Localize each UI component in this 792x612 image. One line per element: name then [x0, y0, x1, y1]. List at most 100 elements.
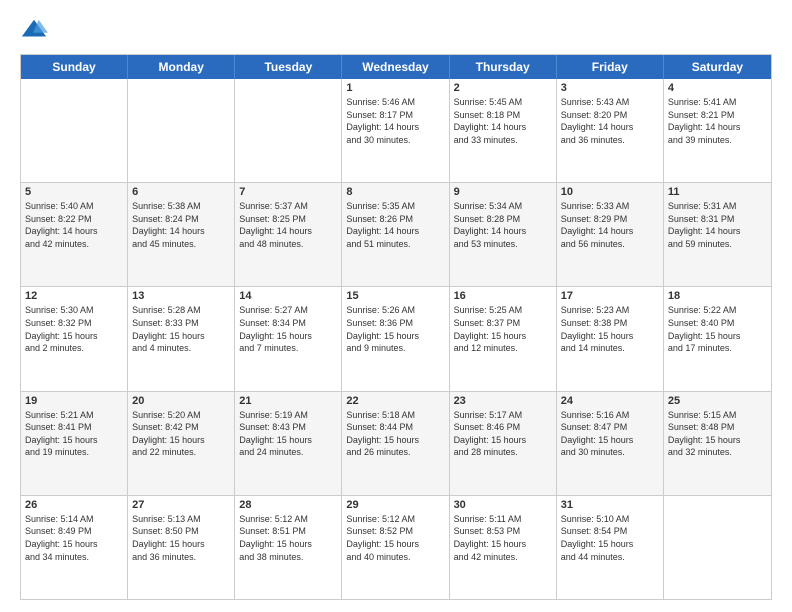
day-number: 9	[454, 186, 552, 198]
calendar-cell-day-22: 22 Sunrise: 5:18 AMSunset: 8:44 PMDayligh…	[342, 392, 449, 495]
day-number: 27	[132, 499, 230, 511]
calendar-cell-day-1: 1 Sunrise: 5:46 AMSunset: 8:17 PMDaylight…	[342, 79, 449, 182]
calendar-cell-day-17: 17 Sunrise: 5:23 AMSunset: 8:38 PMDayligh…	[557, 287, 664, 390]
cell-text: Sunrise: 5:43 AMSunset: 8:20 PMDaylight:…	[561, 96, 659, 146]
calendar-body: 1 Sunrise: 5:46 AMSunset: 8:17 PMDaylight…	[21, 79, 771, 599]
calendar: SundayMondayTuesdayWednesdayThursdayFrid…	[20, 54, 772, 600]
cell-text: Sunrise: 5:26 AMSunset: 8:36 PMDaylight:…	[346, 304, 444, 354]
calendar-cell-day-10: 10 Sunrise: 5:33 AMSunset: 8:29 PMDayligh…	[557, 183, 664, 286]
cell-text: Sunrise: 5:16 AMSunset: 8:47 PMDaylight:…	[561, 409, 659, 459]
cell-text: Sunrise: 5:11 AMSunset: 8:53 PMDaylight:…	[454, 513, 552, 563]
day-number: 3	[561, 82, 659, 94]
cell-text: Sunrise: 5:21 AMSunset: 8:41 PMDaylight:…	[25, 409, 123, 459]
cell-text: Sunrise: 5:13 AMSunset: 8:50 PMDaylight:…	[132, 513, 230, 563]
calendar-cell-day-11: 11 Sunrise: 5:31 AMSunset: 8:31 PMDayligh…	[664, 183, 771, 286]
cell-text: Sunrise: 5:46 AMSunset: 8:17 PMDaylight:…	[346, 96, 444, 146]
calendar-row-3: 19 Sunrise: 5:21 AMSunset: 8:41 PMDayligh…	[21, 391, 771, 495]
day-number: 14	[239, 290, 337, 302]
day-number: 4	[668, 82, 767, 94]
page: SundayMondayTuesdayWednesdayThursdayFrid…	[0, 0, 792, 612]
calendar-cell-day-6: 6Sunrise: 5:38 AMSunset: 8:24 PMDaylight…	[128, 183, 235, 286]
calendar-row-1: 5Sunrise: 5:40 AMSunset: 8:22 PMDaylight…	[21, 182, 771, 286]
day-number: 2	[454, 82, 552, 94]
day-number: 23	[454, 395, 552, 407]
cell-text: Sunrise: 5:23 AMSunset: 8:38 PMDaylight:…	[561, 304, 659, 354]
calendar-cell-empty	[128, 79, 235, 182]
day-number: 5	[25, 186, 123, 198]
day-number: 17	[561, 290, 659, 302]
header-day-saturday: Saturday	[664, 55, 771, 79]
day-number: 19	[25, 395, 123, 407]
calendar-cell-day-24: 24Sunrise: 5:16 AMSunset: 8:47 PMDayligh…	[557, 392, 664, 495]
cell-text: Sunrise: 5:27 AMSunset: 8:34 PMDaylight:…	[239, 304, 337, 354]
calendar-cell-day-21: 21Sunrise: 5:19 AMSunset: 8:43 PMDayligh…	[235, 392, 342, 495]
day-number: 26	[25, 499, 123, 511]
calendar-cell-day-20: 20Sunrise: 5:20 AMSunset: 8:42 PMDayligh…	[128, 392, 235, 495]
day-number: 7	[239, 186, 337, 198]
calendar-cell-empty	[235, 79, 342, 182]
calendar-cell-day-5: 5Sunrise: 5:40 AMSunset: 8:22 PMDaylight…	[21, 183, 128, 286]
cell-text: Sunrise: 5:14 AMSunset: 8:49 PMDaylight:…	[25, 513, 123, 563]
day-number: 11	[668, 186, 767, 198]
calendar-cell-day-8: 8 Sunrise: 5:35 AMSunset: 8:26 PMDaylight…	[342, 183, 449, 286]
header-day-monday: Monday	[128, 55, 235, 79]
cell-text: Sunrise: 5:37 AMSunset: 8:25 PMDaylight:…	[239, 200, 337, 250]
cell-text: Sunrise: 5:17 AMSunset: 8:46 PMDaylight:…	[454, 409, 552, 459]
day-number: 29	[346, 499, 444, 511]
day-number: 12	[25, 290, 123, 302]
calendar-cell-empty	[21, 79, 128, 182]
calendar-cell-day-26: 26 Sunrise: 5:14 AMSunset: 8:49 PMDayligh…	[21, 496, 128, 599]
header-day-friday: Friday	[557, 55, 664, 79]
calendar-cell-day-13: 13Sunrise: 5:28 AMSunset: 8:33 PMDayligh…	[128, 287, 235, 390]
calendar-cell-day-23: 23 Sunrise: 5:17 AMSunset: 8:46 PMDayligh…	[450, 392, 557, 495]
calendar-cell-day-25: 25Sunrise: 5:15 AMSunset: 8:48 PMDayligh…	[664, 392, 771, 495]
cell-text: Sunrise: 5:25 AMSunset: 8:37 PMDaylight:…	[454, 304, 552, 354]
calendar-cell-day-12: 12 Sunrise: 5:30 AMSunset: 8:32 PMDayligh…	[21, 287, 128, 390]
day-number: 22	[346, 395, 444, 407]
cell-text: Sunrise: 5:15 AMSunset: 8:48 PMDaylight:…	[668, 409, 767, 459]
calendar-cell-day-4: 4 Sunrise: 5:41 AMSunset: 8:21 PMDaylight…	[664, 79, 771, 182]
cell-text: Sunrise: 5:33 AMSunset: 8:29 PMDaylight:…	[561, 200, 659, 250]
calendar-cell-day-3: 3 Sunrise: 5:43 AMSunset: 8:20 PMDaylight…	[557, 79, 664, 182]
calendar-cell-day-15: 15 Sunrise: 5:26 AMSunset: 8:36 PMDayligh…	[342, 287, 449, 390]
header-day-thursday: Thursday	[450, 55, 557, 79]
header-day-wednesday: Wednesday	[342, 55, 449, 79]
cell-text: Sunrise: 5:41 AMSunset: 8:21 PMDaylight:…	[668, 96, 767, 146]
day-number: 28	[239, 499, 337, 511]
calendar-row-2: 12 Sunrise: 5:30 AMSunset: 8:32 PMDayligh…	[21, 286, 771, 390]
cell-text: Sunrise: 5:45 AMSunset: 8:18 PMDaylight:…	[454, 96, 552, 146]
cell-text: Sunrise: 5:22 AMSunset: 8:40 PMDaylight:…	[668, 304, 767, 354]
cell-text: Sunrise: 5:12 AMSunset: 8:52 PMDaylight:…	[346, 513, 444, 563]
day-number: 18	[668, 290, 767, 302]
calendar-cell-day-31: 31Sunrise: 5:10 AMSunset: 8:54 PMDayligh…	[557, 496, 664, 599]
cell-text: Sunrise: 5:18 AMSunset: 8:44 PMDaylight:…	[346, 409, 444, 459]
cell-text: Sunrise: 5:19 AMSunset: 8:43 PMDaylight:…	[239, 409, 337, 459]
calendar-cell-day-16: 16 Sunrise: 5:25 AMSunset: 8:37 PMDayligh…	[450, 287, 557, 390]
cell-text: Sunrise: 5:31 AMSunset: 8:31 PMDaylight:…	[668, 200, 767, 250]
calendar-row-0: 1 Sunrise: 5:46 AMSunset: 8:17 PMDaylight…	[21, 79, 771, 182]
day-number: 31	[561, 499, 659, 511]
cell-text: Sunrise: 5:35 AMSunset: 8:26 PMDaylight:…	[346, 200, 444, 250]
header-day-sunday: Sunday	[21, 55, 128, 79]
logo	[20, 16, 52, 44]
calendar-cell-day-14: 14 Sunrise: 5:27 AMSunset: 8:34 PMDayligh…	[235, 287, 342, 390]
cell-text: Sunrise: 5:30 AMSunset: 8:32 PMDaylight:…	[25, 304, 123, 354]
logo-icon	[20, 16, 48, 44]
cell-text: Sunrise: 5:12 AMSunset: 8:51 PMDaylight:…	[239, 513, 337, 563]
day-number: 20	[132, 395, 230, 407]
cell-text: Sunrise: 5:34 AMSunset: 8:28 PMDaylight:…	[454, 200, 552, 250]
calendar-cell-empty	[664, 496, 771, 599]
day-number: 16	[454, 290, 552, 302]
calendar-cell-day-9: 9 Sunrise: 5:34 AMSunset: 8:28 PMDaylight…	[450, 183, 557, 286]
calendar-cell-day-19: 19 Sunrise: 5:21 AMSunset: 8:41 PMDayligh…	[21, 392, 128, 495]
day-number: 1	[346, 82, 444, 94]
header	[20, 16, 772, 44]
calendar-cell-day-29: 29 Sunrise: 5:12 AMSunset: 8:52 PMDayligh…	[342, 496, 449, 599]
day-number: 6	[132, 186, 230, 198]
day-number: 8	[346, 186, 444, 198]
calendar-row-4: 26 Sunrise: 5:14 AMSunset: 8:49 PMDayligh…	[21, 495, 771, 599]
calendar-cell-day-27: 27 Sunrise: 5:13 AMSunset: 8:50 PMDayligh…	[128, 496, 235, 599]
day-number: 15	[346, 290, 444, 302]
day-number: 10	[561, 186, 659, 198]
header-day-tuesday: Tuesday	[235, 55, 342, 79]
